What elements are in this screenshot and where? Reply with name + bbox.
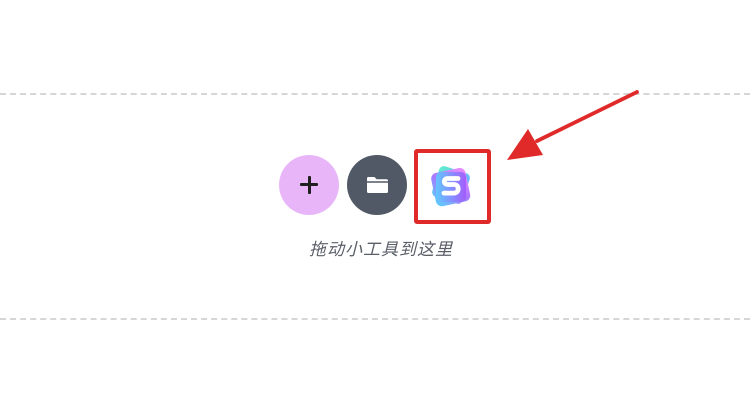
- folder-button[interactable]: [347, 155, 407, 215]
- widget-toolbar: 拖动小工具到这里: [0, 0, 750, 400]
- folder-icon: [366, 177, 388, 193]
- add-widget-button[interactable]: [279, 155, 339, 215]
- page-canvas: 拖动小工具到这里: [0, 0, 750, 400]
- plus-icon: [300, 176, 318, 194]
- s-logo-icon: [431, 166, 471, 207]
- s-widget-button[interactable]: [420, 155, 482, 217]
- drop-zone-hint: 拖动小工具到这里: [309, 240, 453, 260]
